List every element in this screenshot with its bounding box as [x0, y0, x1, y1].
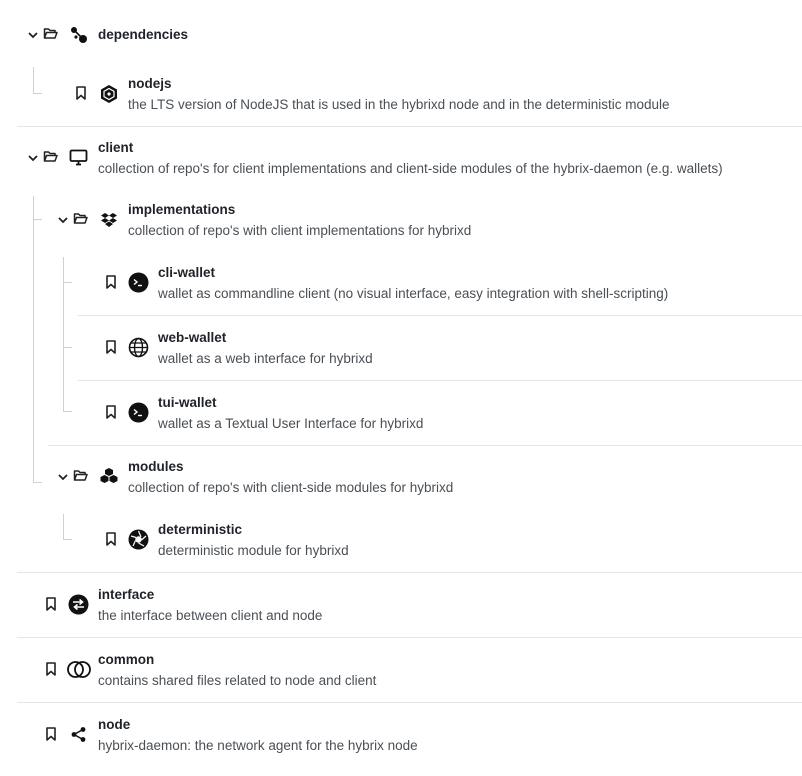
- node-title: node: [98, 717, 131, 732]
- terminal-icon: [128, 402, 149, 423]
- tree-connector: [33, 196, 34, 482]
- row-divider: [17, 637, 802, 638]
- bookmark-icon[interactable]: [106, 532, 116, 546]
- modules-description: collection of repo's with client-side mo…: [128, 480, 454, 495]
- tree-connector: [63, 347, 72, 348]
- implementations-description: collection of repo's with client impleme…: [128, 223, 472, 238]
- tree-connector: [33, 67, 34, 93]
- exchange-icon: [68, 594, 89, 615]
- deterministic-title: deterministic: [158, 522, 243, 537]
- row-divider: [17, 572, 802, 573]
- bookmark-icon[interactable]: [106, 340, 116, 354]
- tree-connector: [33, 93, 42, 94]
- bookmark-icon[interactable]: [106, 405, 116, 419]
- tree-connector: [63, 539, 72, 540]
- aperture-icon: [128, 529, 149, 550]
- tree-connector: [33, 482, 42, 483]
- row-divider: [17, 702, 802, 703]
- common-title: common: [98, 652, 155, 667]
- row-divider: [17, 126, 802, 127]
- implementations-title: implementations: [128, 202, 236, 217]
- row-divider: [78, 380, 802, 381]
- dropbox-icon: [100, 211, 118, 229]
- tree-connector: [33, 219, 42, 220]
- bookmark-icon[interactable]: [106, 275, 116, 289]
- interface-title: interface: [98, 587, 155, 602]
- row-divider: [48, 445, 802, 446]
- folder-open-icon: [43, 150, 58, 163]
- tui-wallet-title: tui-wallet: [158, 395, 217, 410]
- tree-connector: [63, 257, 64, 411]
- web-wallet-description: wallet as a web interface for hybrixd: [158, 351, 373, 366]
- tree-connector: [63, 282, 72, 283]
- bookmark-icon[interactable]: [46, 727, 56, 741]
- tree-connector: [63, 514, 64, 539]
- folder-open-icon: [73, 212, 88, 225]
- bookmark-icon[interactable]: [46, 662, 56, 676]
- web-wallet-title: web-wallet: [158, 330, 227, 345]
- desktop-icon: [69, 149, 88, 166]
- nodejs-description: the LTS version of NodeJS that is used i…: [128, 97, 670, 112]
- share-icon: [70, 726, 87, 743]
- deterministic-description: deterministic module for hybrixd: [158, 543, 349, 558]
- interface-description: the interface between client and node: [98, 608, 323, 623]
- bookmark-icon[interactable]: [76, 86, 86, 100]
- folder-open-icon: [73, 469, 88, 482]
- node-description: hybrix-daemon: the network agent for the…: [98, 738, 418, 753]
- globe-icon: [128, 337, 149, 358]
- chevron-down-icon[interactable]: [27, 29, 39, 41]
- terminal-icon: [128, 272, 149, 293]
- tui-wallet-description: wallet as a Textual User Interface for h…: [158, 416, 424, 431]
- client-description: collection of repo's for client implemen…: [98, 161, 723, 176]
- cli-wallet-description: wallet as commandline client (no visual …: [158, 286, 669, 301]
- modules-title: modules: [128, 459, 184, 474]
- chevron-down-icon[interactable]: [57, 214, 69, 226]
- nodejs-title: nodejs: [128, 76, 172, 91]
- common-description: contains shared files related to node an…: [98, 673, 377, 688]
- cli-wallet-title: cli-wallet: [158, 265, 216, 280]
- cubes-icon: [99, 467, 119, 485]
- tree-connector: [63, 411, 72, 412]
- bookmark-icon[interactable]: [46, 597, 56, 611]
- chevron-down-icon[interactable]: [57, 471, 69, 483]
- folder-open-icon: [43, 27, 58, 40]
- nodes-icon: [70, 26, 88, 44]
- chevron-down-icon[interactable]: [27, 152, 39, 164]
- nodejs-icon: [99, 84, 119, 104]
- dependencies-title: dependencies: [98, 27, 189, 42]
- client-title: client: [98, 140, 134, 155]
- rings-icon: [67, 660, 91, 679]
- row-divider: [78, 315, 802, 316]
